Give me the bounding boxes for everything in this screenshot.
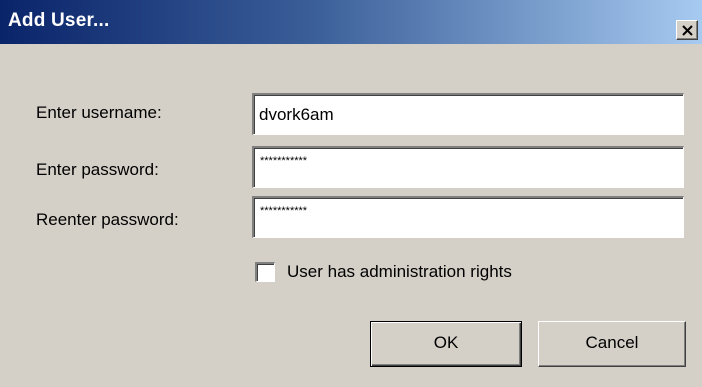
password-field[interactable]: ***********: [252, 146, 684, 188]
window-title: Add User...: [8, 10, 110, 31]
reenter-password-field[interactable]: ***********: [252, 196, 684, 238]
admin-rights-label[interactable]: User has administration rights: [287, 262, 512, 282]
cancel-button[interactable]: Cancel: [538, 321, 686, 367]
username-field[interactable]: [252, 93, 684, 135]
password-label: Enter password:: [36, 160, 159, 179]
close-icon: [682, 25, 693, 36]
password-mask: ***********: [260, 155, 308, 167]
close-button[interactable]: [676, 20, 698, 40]
title-bar[interactable]: Add User...: [0, 0, 702, 44]
reenter-password-label: Reenter password:: [36, 210, 179, 229]
ok-button[interactable]: OK: [370, 321, 522, 367]
username-label: Enter username:: [36, 103, 162, 122]
add-user-dialog: Add User... Enter username: Enter passwo…: [0, 0, 702, 387]
reenter-password-mask: ***********: [260, 205, 308, 217]
admin-rights-checkbox[interactable]: [255, 262, 275, 282]
